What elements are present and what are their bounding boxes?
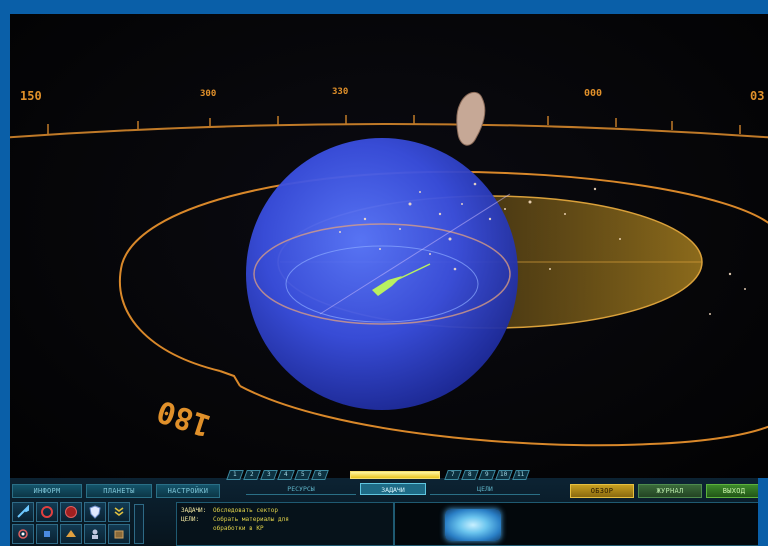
message-row: обработки в КР bbox=[181, 524, 389, 533]
chevron-rank-icon[interactable] bbox=[108, 502, 130, 522]
shield-icon[interactable] bbox=[84, 502, 106, 522]
action-icon-grid bbox=[12, 502, 172, 546]
compass-label-330: 330 bbox=[332, 87, 348, 97]
tab-overview[interactable]: ОБЗОР bbox=[570, 484, 634, 498]
space-viewport[interactable]: 150 300 330 000 03 180 bbox=[10, 14, 768, 478]
tab-tasks[interactable]: ЗАДАЧИ bbox=[360, 483, 426, 495]
probe-icon[interactable] bbox=[36, 524, 58, 544]
satellite-icon[interactable] bbox=[12, 524, 34, 544]
slot-tab-6[interactable]: 6 bbox=[311, 470, 329, 480]
slot-tab-11[interactable]: 11 bbox=[512, 470, 530, 480]
orbit-ring-joint bbox=[219, 370, 241, 387]
sector-map-scene[interactable]: 150 300 330 000 03 180 bbox=[10, 14, 768, 478]
compass-label-03: 03 bbox=[750, 89, 764, 103]
tab-planets[interactable]: ПЛАНЕТЫ bbox=[86, 484, 152, 498]
message-value: обработки в КР bbox=[213, 525, 264, 532]
cargo-icon[interactable] bbox=[108, 524, 130, 544]
bearing-label-180: 180 bbox=[153, 393, 215, 443]
tab-exit[interactable]: ВЫХОД bbox=[706, 484, 762, 498]
slot-tab-8[interactable]: 8 bbox=[461, 470, 479, 480]
selected-ship-panel bbox=[394, 502, 764, 546]
message-key: ЦЕЛИ: bbox=[181, 516, 200, 523]
icon-grid-scrollbar[interactable] bbox=[134, 504, 144, 544]
game-window-frame: 150 300 330 000 03 180 ИНФОРМ ПЛАНЕТЫ НА… bbox=[0, 0, 768, 546]
message-row: ЦЕЛИ: Собрать материалы для bbox=[181, 515, 389, 524]
wrench-icon[interactable] bbox=[12, 502, 34, 522]
slot-tab-9[interactable]: 9 bbox=[478, 470, 496, 480]
message-key: ЗАДАЧИ: bbox=[181, 507, 207, 514]
tab-journal[interactable]: ЖУРНАЛ bbox=[638, 484, 702, 498]
orbit-ring-lower bbox=[239, 385, 768, 447]
message-value: Собрать материалы для bbox=[213, 516, 289, 523]
slot-tab-10[interactable]: 10 bbox=[495, 470, 513, 480]
slot-tab-7[interactable]: 7 bbox=[444, 470, 462, 480]
compass-label-150: 150 bbox=[20, 89, 42, 103]
compass-arc bbox=[10, 123, 768, 139]
compass-label-300: 300 bbox=[200, 89, 216, 99]
crew-icon[interactable] bbox=[84, 524, 106, 544]
slot-tab-2[interactable]: 2 bbox=[243, 470, 261, 480]
message-row: ЗАДАЧИ: Обследовать сектор bbox=[181, 506, 389, 515]
message-value: Обследовать сектор bbox=[213, 507, 279, 514]
slot-tab-4[interactable]: 4 bbox=[277, 470, 295, 480]
slot-tab-5[interactable]: 5 bbox=[294, 470, 312, 480]
hud-panel: ИНФОРМ ПЛАНЕТЫ НАСТРОЙКИ РЕСУРСЫ ЗАДАЧИ … bbox=[10, 470, 768, 546]
planet-sphere[interactable] bbox=[246, 138, 518, 410]
hud-right-frame bbox=[758, 478, 768, 546]
selected-slot-indicator[interactable] bbox=[350, 471, 440, 479]
tab-resources[interactable]: РЕСУРСЫ bbox=[246, 483, 356, 495]
slot-tab-1[interactable]: 1 bbox=[226, 470, 244, 480]
compass-label-000: 000 bbox=[584, 88, 602, 99]
red-sphere-icon[interactable] bbox=[60, 502, 82, 522]
ship-portrait-icon[interactable] bbox=[445, 509, 501, 541]
asteroid[interactable] bbox=[456, 91, 486, 146]
mission-message-panel: ЗАДАЧИ: Обследовать сектор ЦЕЛИ: Собрать… bbox=[176, 502, 394, 546]
fleet-icon[interactable] bbox=[60, 524, 82, 544]
tab-goals[interactable]: ЦЕЛИ bbox=[430, 483, 540, 495]
tab-inform[interactable]: ИНФОРМ bbox=[12, 484, 82, 498]
target-ring-icon[interactable] bbox=[36, 502, 58, 522]
message-key bbox=[181, 524, 213, 533]
tab-settings[interactable]: НАСТРОЙКИ bbox=[156, 484, 220, 498]
slot-tab-3[interactable]: 3 bbox=[260, 470, 278, 480]
